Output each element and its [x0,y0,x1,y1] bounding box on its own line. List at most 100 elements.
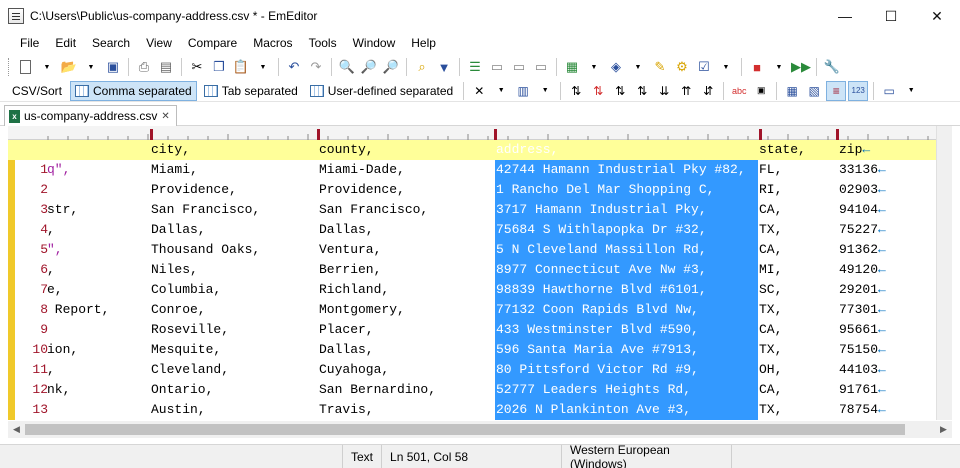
dropdown-arrow-icon[interactable]: ▼ [716,57,736,77]
comma-separated-button[interactable]: Comma separated [70,80,197,101]
cut-icon[interactable]: ✂ [187,57,207,77]
word-wrap-icon[interactable]: ☰ [465,57,485,77]
find-next-icon[interactable]: 🔎 [359,57,379,77]
toolbar-grip[interactable] [8,58,11,76]
editor-line[interactable]: 12 , Cleveland, Cuyahoga, 80 Pittsford V… [8,360,936,397]
customize-icon[interactable]: ✎ [650,57,670,77]
menu-search[interactable]: Search [84,36,138,50]
menu-view[interactable]: View [138,36,180,50]
editor-line[interactable]: 14 Austin, Travis, 2026 N Plankinton Ave… [8,400,936,437]
cell-city: Ontario, [151,382,214,397]
vertical-scrollbar[interactable] [936,126,952,420]
cell-address: 77132 Coon Rapids Blvd Nw, [496,302,699,317]
dropdown-arrow-icon[interactable]: ▼ [491,81,511,101]
sort-length-ascending-icon[interactable]: ⇊ [654,81,674,101]
csv-options-icon[interactable]: ✕ [469,81,489,101]
scroll-right-arrow-icon[interactable]: ▶ [935,421,952,438]
editor-line[interactable]: 2 q", Miami, Miami-Dade, 42744 Hamann In… [8,160,936,197]
run-macro-icon[interactable]: ▶▶ [791,57,811,77]
menu-compare[interactable]: Compare [180,36,245,50]
editor-line[interactable]: 11 ion, Mesquite, Dallas, 596 Santa Mari… [8,340,936,377]
editor-line[interactable]: 4 str, San Francisco, San Francisco, 371… [8,200,936,237]
dropdown-arrow-icon[interactable]: ▼ [769,57,789,77]
save-icon[interactable]: ▣ [103,57,123,77]
maximize-button[interactable]: ☐ [868,0,914,32]
editor-line[interactable]: 6 ", Thousand Oaks, Ventura, 5 N Clevela… [8,240,936,277]
undo-icon[interactable]: ↶ [284,57,304,77]
explorer-icon[interactable]: 🔧 [822,57,842,77]
convert-icon[interactable]: ▣ [751,81,771,101]
wrap-by-window-icon[interactable]: ▭ [509,57,529,77]
sort-length-descending-icon[interactable]: ⇈ [676,81,696,101]
document-tab[interactable]: x us-company-address.csv ✕ [4,105,177,126]
tab-separated-button[interactable]: Tab separated [199,81,303,101]
print-preview-icon[interactable]: ▤ [156,57,176,77]
scroll-left-arrow-icon[interactable]: ◀ [8,421,25,438]
numbering-icon[interactable]: 123 [848,80,869,101]
scroll-thumb[interactable] [25,424,905,435]
cell-state: TX, [759,342,783,357]
print-icon[interactable]: ⎙ [134,57,154,77]
redo-icon[interactable]: ↷ [306,57,326,77]
toolbar-separator [181,58,182,76]
status-cursor-position[interactable]: Ln 501, Col 58 [381,444,561,468]
status-encoding[interactable]: Western European (Windows) [561,443,731,468]
plugin-icon[interactable]: ◈ [606,57,626,77]
sort-descending-icon[interactable]: ⇅ [588,81,608,101]
text-editor[interactable]: 1 city, county, address, state, zip← 2 q… [8,140,944,437]
editor-line[interactable]: 9 Report, Conroe, Montgomery, 77132 Coon… [8,300,936,337]
find-icon[interactable]: 🔍 [337,57,357,77]
column-layout-icon[interactable]: ▥ [513,81,533,101]
split-view-icon[interactable]: ▧ [804,81,824,101]
menu-macros[interactable]: Macros [245,36,300,50]
sort-numeric-descending-icon[interactable]: ⇅ [632,81,652,101]
open-folder-icon[interactable]: 📂 [59,57,79,77]
cell-address: 8977 Connecticut Ave Nw #3, [496,262,707,277]
ruler-icon[interactable]: ▭ [879,81,899,101]
dropdown-arrow-icon[interactable]: ▼ [37,57,57,77]
configuration-icon[interactable]: ☑ [694,57,714,77]
dropdown-arrow-icon[interactable]: ▼ [535,81,555,101]
editor-line[interactable]: 3 Providence, Providence, 1 Rancho Del M… [8,180,936,217]
status-mode[interactable]: Text [342,444,381,468]
editor-line[interactable]: 8 e, Columbia, Richland, 98839 Hawthorne… [8,280,936,317]
dropdown-arrow-icon[interactable]: ▼ [253,57,273,77]
menu-file[interactable]: File [12,36,47,50]
dropdown-arrow-icon[interactable]: ▼ [901,81,921,101]
close-button[interactable]: ✕ [914,0,960,32]
dropdown-arrow-icon[interactable]: ▼ [81,57,101,77]
line-numbers-icon[interactable]: ≡ [826,80,847,101]
editor-line[interactable]: 7 , Niles, Berrien, 8977 Connecticut Ave… [8,260,936,297]
menu-tools[interactable]: Tools [301,36,345,50]
scroll-track[interactable] [25,421,935,438]
paste-icon[interactable]: 📋 [231,57,251,77]
editor-line[interactable]: 13 nk, Ontario, San Bernardino, 52777 Le… [8,380,936,417]
properties-icon[interactable]: ⚙ [672,57,692,77]
menu-help[interactable]: Help [403,36,444,50]
tab-close-icon[interactable]: ✕ [161,111,169,122]
dropdown-arrow-icon[interactable]: ▼ [584,57,604,77]
dropdown-arrow-icon[interactable]: ▼ [628,57,648,77]
copy-icon[interactable]: ❐ [209,57,229,77]
horizontal-scrollbar[interactable]: ◀ ▶ [8,421,952,438]
editor-line[interactable]: 10 Roseville, Placer, 433 Westminster Bl… [8,320,936,357]
find-in-files-icon[interactable]: ⌕ [412,57,432,77]
wrap-by-page-icon[interactable]: ▭ [531,57,551,77]
sort-icon[interactable]: ⇵ [698,81,718,101]
menu-edit[interactable]: Edit [47,36,84,50]
wrap-by-chars-icon[interactable]: ▭ [487,57,507,77]
find-previous-icon[interactable]: 🔎 [381,57,401,77]
clipboard-icon[interactable]: ▦ [562,57,582,77]
editor-line[interactable]: 5 , Dallas, Dallas, 75684 S Withlapopka … [8,220,936,257]
new-file-icon[interactable] [15,57,35,77]
table-view-icon[interactable]: ▦ [782,81,802,101]
menu-window[interactable]: Window [345,36,404,50]
sort-ascending-icon[interactable]: ⇅ [566,81,586,101]
editor-line[interactable]: 1 city, county, address, state, zip← [8,140,936,177]
spell-check-icon[interactable]: abc [729,81,749,101]
filter-icon[interactable]: ▼ [434,57,454,77]
record-macro-icon[interactable]: ■ [747,57,767,77]
user-defined-separated-button[interactable]: User-defined separated [305,81,458,101]
minimize-button[interactable]: — [822,0,868,32]
sort-numeric-ascending-icon[interactable]: ⇅ [610,81,630,101]
